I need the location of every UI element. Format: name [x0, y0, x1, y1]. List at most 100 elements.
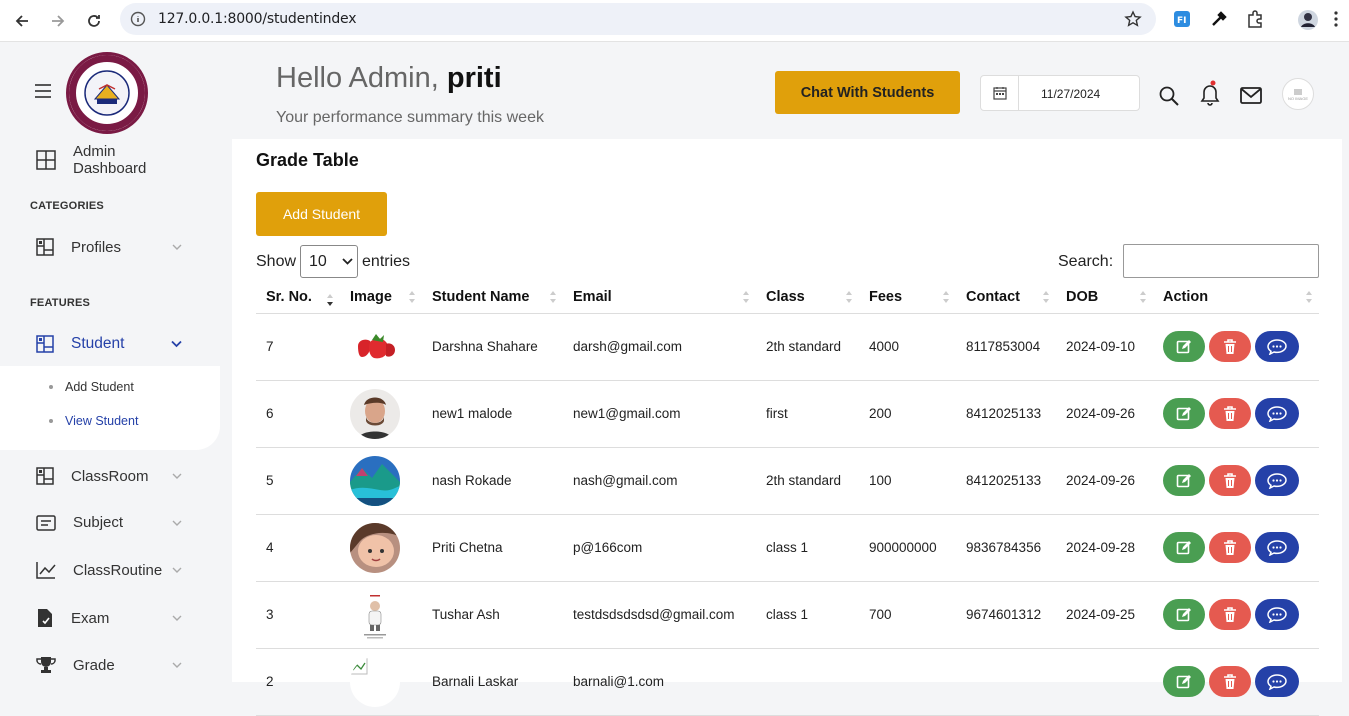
admin-avatar[interactable]: NO IMAGE [1282, 78, 1314, 110]
cell-class: class 1 [756, 581, 859, 649]
column-header[interactable]: Contact [956, 281, 1056, 314]
cell-fees: 4000 [859, 313, 956, 381]
message-button[interactable] [1255, 331, 1299, 362]
chevron-down-icon [171, 340, 182, 348]
browser-menu-icon[interactable] [1333, 9, 1339, 29]
delete-button[interactable] [1209, 331, 1251, 362]
column-header[interactable]: Email [563, 281, 756, 314]
submenu-label: Add Student [65, 380, 134, 394]
search-label: Search: [1058, 253, 1114, 270]
column-header-label: Fees [869, 288, 903, 305]
chat-with-students-button[interactable]: Chat With Students [775, 71, 960, 114]
column-header[interactable]: Image [340, 281, 422, 314]
cell-contact: 9836784356 [956, 514, 1056, 582]
add-student-button[interactable]: Add Student [256, 192, 387, 236]
sidebar-item-classroom[interactable]: ClassRoom [36, 467, 186, 485]
cell-actions [1153, 380, 1319, 448]
column-header-label: Action [1163, 288, 1209, 305]
trash-icon [1224, 539, 1236, 555]
cell-actions [1153, 447, 1319, 515]
cell-email: new1@gmail.com [563, 380, 756, 448]
sidebar-item-admin-dashboard[interactable]: Admin Dashboard [36, 143, 186, 177]
sort-arrows-icon [942, 290, 950, 304]
eyedropper-icon[interactable] [1209, 9, 1229, 29]
classroom-layout-icon [36, 467, 54, 485]
sort-arrows-icon [1139, 290, 1147, 304]
edit-button[interactable] [1163, 331, 1205, 362]
sort-arrows-icon [326, 293, 334, 307]
address-bar[interactable]: 127.0.0.1:8000/studentindex [120, 3, 1156, 35]
submenu-item-add-student[interactable]: Add Student [49, 380, 134, 394]
sidebar-item-exam[interactable]: Exam [36, 608, 186, 628]
column-header[interactable]: Class [756, 281, 859, 314]
edit-button[interactable] [1163, 599, 1205, 630]
cell-name: new1 malode [422, 380, 563, 448]
cell-email: testdsdsdsdsd@gmail.com [563, 581, 756, 649]
cell-name: Tushar Ash [422, 581, 563, 649]
students-table: Sr. No. Image Student Name Email Class Fees Co… [256, 281, 1319, 716]
chat-bubble-icon [1267, 338, 1287, 355]
message-button[interactable] [1255, 532, 1299, 563]
show-label: Show [256, 252, 297, 270]
forward-icon[interactable] [46, 9, 70, 33]
column-header[interactable]: Sr. No. [256, 281, 340, 314]
entries-select[interactable]: 10 [300, 245, 359, 278]
line-chart-icon [36, 561, 56, 579]
mail-envelope-icon[interactable] [1240, 87, 1262, 104]
search-input[interactable] [1123, 244, 1319, 278]
sidebar-item-student[interactable]: Student [36, 335, 186, 353]
message-button[interactable] [1255, 465, 1299, 496]
column-header[interactable]: Fees [859, 281, 956, 314]
column-header[interactable]: DOB [1056, 281, 1153, 314]
delete-button[interactable] [1209, 599, 1251, 630]
sidebar-item-subject[interactable]: Subject [36, 514, 186, 531]
submenu-item-view-student[interactable]: View Student [49, 414, 138, 428]
column-header[interactable]: Student Name [422, 281, 563, 314]
delete-button[interactable] [1209, 532, 1251, 563]
edit-button[interactable] [1163, 532, 1205, 563]
delete-button[interactable] [1209, 398, 1251, 429]
sidebar-item-label: Exam [71, 609, 110, 627]
column-header[interactable]: Action [1153, 281, 1319, 314]
chevron-down-icon [342, 258, 353, 265]
trash-icon [1224, 405, 1236, 421]
cell-actions [1153, 313, 1319, 381]
table-row: 6 new1 malode new1@gmail.com first 200 841202… [256, 380, 1319, 448]
student-photo [350, 321, 400, 372]
cell-dob: 2024-09-28 [1056, 514, 1153, 582]
message-button[interactable] [1255, 599, 1299, 630]
cell-dob: 2024-09-25 [1056, 581, 1153, 649]
message-button[interactable] [1255, 398, 1299, 429]
sidebar-item-label: Student [71, 335, 125, 352]
bullet-dot [49, 419, 53, 423]
cell-dob: 2024-09-26 [1056, 447, 1153, 515]
sort-arrows-icon [408, 290, 416, 304]
back-icon[interactable] [10, 9, 34, 33]
profile-avatar-icon[interactable] [1297, 9, 1319, 31]
sidebar-item-profiles[interactable]: Profiles [36, 238, 186, 256]
cell-dob: 2024-09-26 [1056, 380, 1153, 448]
subject-card-icon [36, 514, 56, 531]
sidebar-item-grade[interactable]: Grade [36, 656, 186, 674]
edit-button[interactable] [1163, 398, 1205, 429]
extension-fi-icon[interactable]: FI [1172, 9, 1192, 29]
date-picker[interactable]: 11/27/2024 [980, 75, 1140, 111]
sort-arrows-icon [1042, 290, 1050, 304]
cell-sr: 7 [256, 313, 340, 381]
extensions-puzzle-icon[interactable] [1245, 9, 1265, 29]
table-row: 5 nash Rokade nash@gmail.com 2th standard 10… [256, 447, 1319, 515]
entries-label: entries [362, 252, 411, 270]
bullet-dot [49, 385, 53, 389]
search-icon[interactable] [1159, 86, 1179, 106]
delete-button[interactable] [1209, 465, 1251, 496]
bookmark-star-icon[interactable] [1124, 10, 1142, 28]
sidebar-item-classroutine[interactable]: ClassRoutine [36, 561, 186, 579]
cell-fees: 100 [859, 447, 956, 515]
student-photo-cell [340, 380, 422, 448]
hamburger-menu-icon[interactable] [34, 84, 52, 98]
reload-icon[interactable] [82, 9, 106, 33]
notification-bell-icon[interactable] [1200, 80, 1220, 106]
site-info-icon[interactable] [130, 11, 146, 27]
edit-button[interactable] [1163, 465, 1205, 496]
chevron-down-icon [172, 662, 182, 668]
